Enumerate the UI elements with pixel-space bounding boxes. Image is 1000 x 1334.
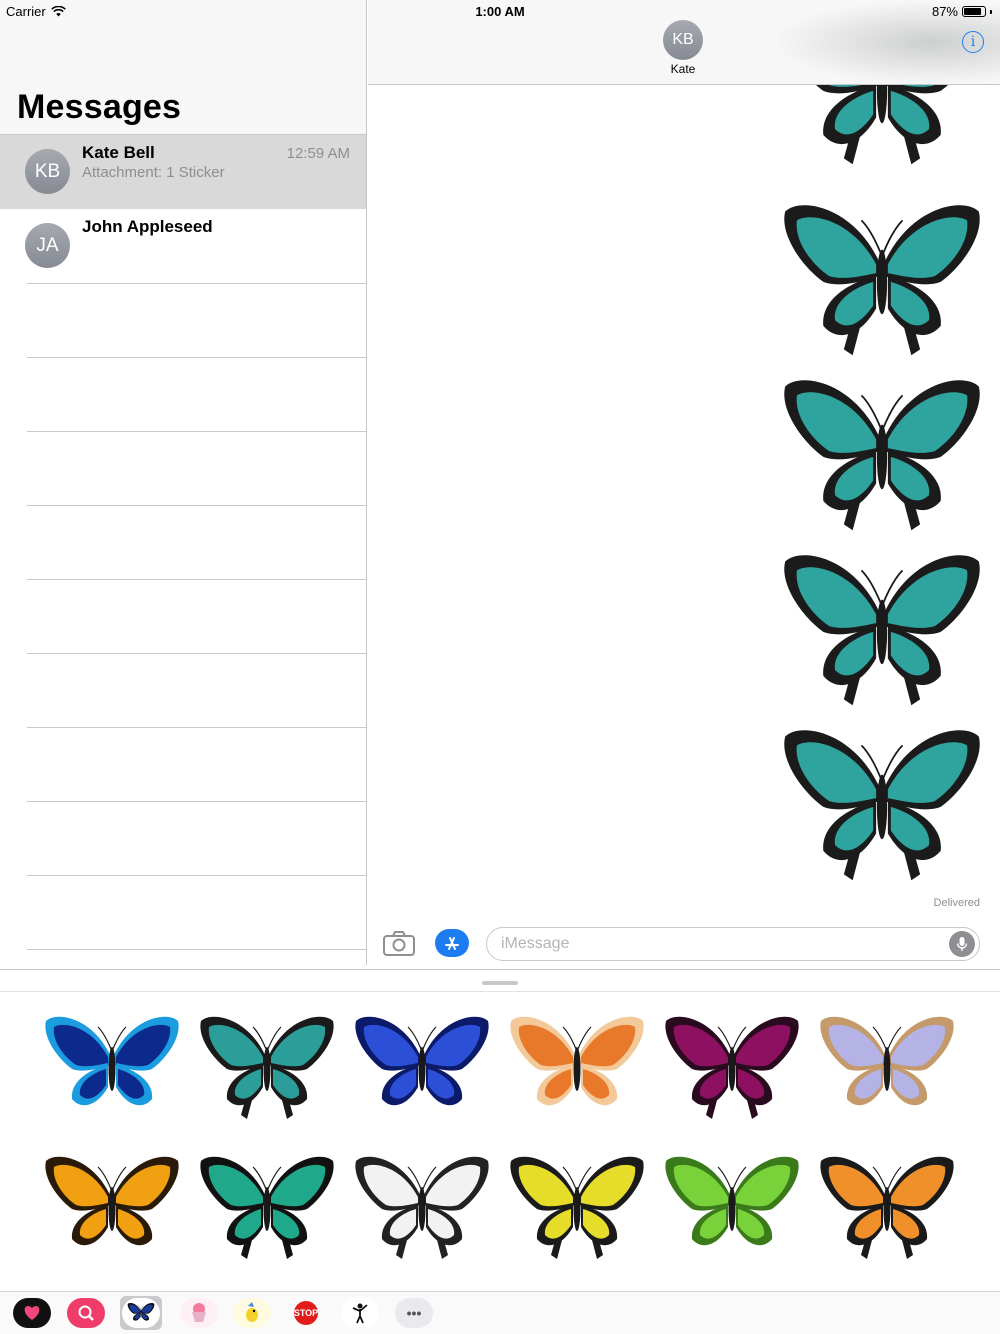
magenta-swallowtail-butterfly-sticker[interactable] (662, 1002, 802, 1132)
image-search-app-icon[interactable] (65, 1296, 107, 1330)
status-bar: Carrier 1:00 AM 87% (0, 0, 1000, 22)
row-divider (27, 727, 366, 728)
conversation-name: John Appleseed (82, 217, 213, 236)
sticker-message[interactable] (776, 716, 988, 892)
camera-icon[interactable] (383, 930, 415, 956)
orange-tortoiseshell-butterfly-sticker[interactable] (507, 1002, 647, 1132)
green-ulysses-butterfly-sticker[interactable] (197, 1142, 337, 1272)
sticker-message[interactable] (776, 191, 988, 367)
orange-swallowtail-butterfly-sticker[interactable] (817, 1142, 957, 1272)
white-swallowtail-butterfly-sticker[interactable] (352, 1142, 492, 1272)
message-input-field[interactable] (486, 927, 980, 961)
battery-indicator: 87% (932, 4, 992, 19)
clock: 1:00 AM (475, 4, 525, 19)
battery-icon (962, 6, 986, 17)
more-apps-icon[interactable]: ••• (393, 1296, 435, 1330)
row-divider (27, 875, 366, 876)
yellow-swallowtail-butterfly-sticker[interactable] (507, 1142, 647, 1272)
blue-spotted-butterfly-sticker[interactable] (42, 1002, 182, 1132)
conversation-row-john-appleseed[interactable]: JA John Appleseed (0, 209, 366, 283)
page-title: Messages (17, 88, 182, 126)
message-thread[interactable]: Delivered (368, 85, 1000, 920)
message-input[interactable] (501, 935, 941, 953)
dancer-app-icon[interactable] (339, 1296, 381, 1330)
row-divider (27, 505, 366, 506)
row-divider (27, 357, 366, 358)
battery-percent: 87% (931, 4, 958, 19)
sticker-message[interactable] (776, 85, 988, 176)
teal-swallowtail-butterfly-sticker[interactable] (197, 1002, 337, 1132)
stop-sign-app-icon[interactable]: STOP (285, 1296, 327, 1330)
row-divider (27, 949, 366, 950)
row-divider (27, 801, 366, 802)
microphone-icon[interactable] (949, 931, 975, 957)
conversation-row-kate-bell[interactable]: KB Kate Bell Attachment: 1 Sticker 12:59… (0, 135, 366, 209)
drawer-grabber[interactable] (482, 981, 518, 985)
row-divider (27, 579, 366, 580)
sticker-drawer: STOP ••• (0, 969, 1000, 1334)
green-birdwing-butterfly-sticker[interactable] (662, 1142, 802, 1272)
composer-bar (368, 920, 1000, 968)
avatar: JA (25, 223, 70, 268)
lilac-butterfly-sticker[interactable] (817, 1002, 957, 1132)
conversation-time: 12:59 AM (286, 145, 350, 162)
row-divider (27, 653, 366, 654)
conversation-list-pane: Messages KB Kate Bell Attachment: 1 Stic… (0, 0, 367, 965)
contact-name[interactable]: Kate (643, 62, 723, 76)
delivery-status: Delivered (933, 897, 980, 909)
app-strip: STOP ••• (0, 1291, 1000, 1334)
butterfly-stickers-app-icon[interactable] (120, 1296, 162, 1330)
row-divider (27, 283, 366, 284)
blue-morpho-butterfly-sticker[interactable] (352, 1002, 492, 1132)
sticker-message[interactable] (776, 541, 988, 717)
app-store-icon[interactable] (435, 929, 469, 957)
avatar: KB (25, 149, 70, 194)
party-bird-app-icon[interactable] (231, 1296, 273, 1330)
sticker-message[interactable] (776, 366, 988, 542)
row-divider (27, 431, 366, 432)
contact-avatar[interactable]: KB (663, 20, 703, 60)
app-store-glyph-icon (445, 937, 459, 950)
conversation-name: Kate Bell (82, 143, 155, 162)
conversation-preview: Attachment: 1 Sticker (82, 164, 225, 181)
heart-sticker-app-icon[interactable] (11, 1296, 53, 1330)
dessert-app-icon[interactable] (178, 1296, 220, 1330)
info-icon[interactable]: i (962, 31, 984, 53)
monarch-butterfly-sticker[interactable] (42, 1142, 182, 1272)
